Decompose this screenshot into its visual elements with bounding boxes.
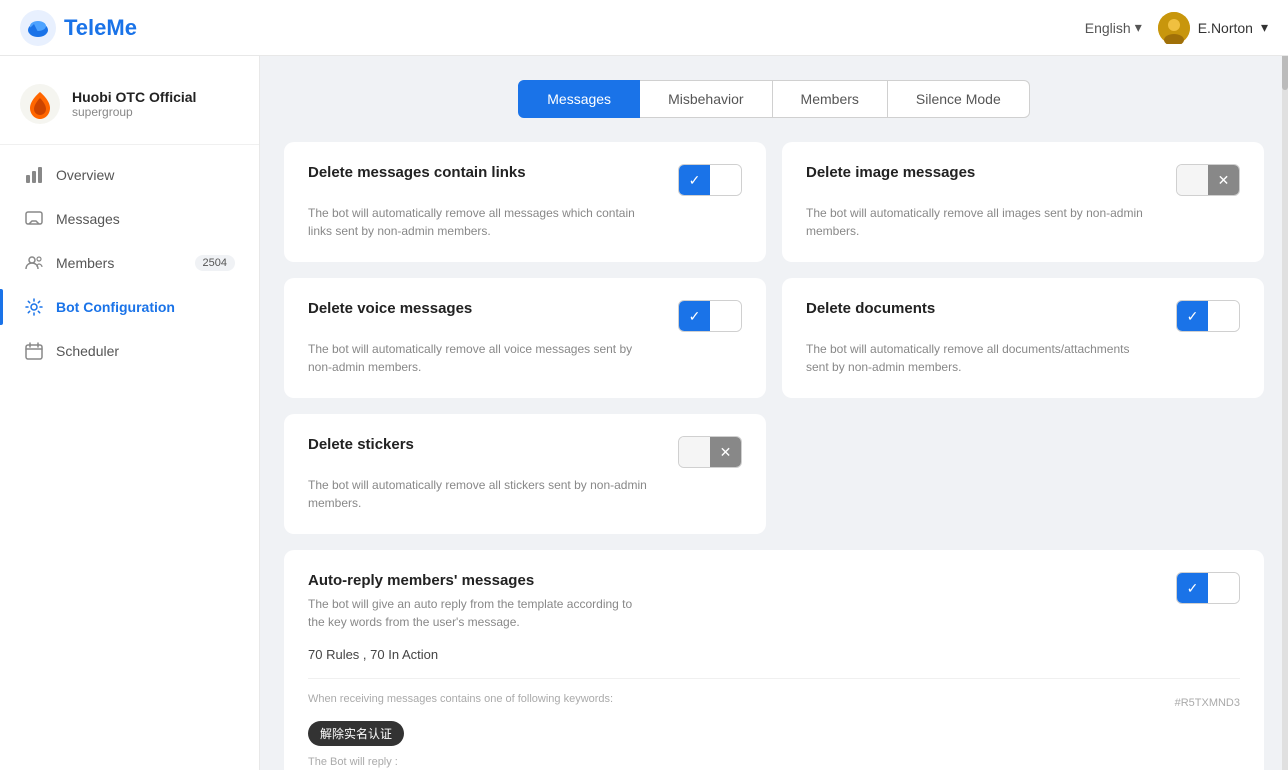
rule-id: #R5TXMND3 [1175, 697, 1240, 709]
card-delete-voice: Delete voice messages ✓ The bot will aut… [284, 278, 766, 398]
card-delete-docs-header: Delete documents ✓ [806, 300, 1240, 332]
chart-icon [24, 165, 44, 185]
tab-bar: Messages Misbehavior Members Silence Mod… [284, 80, 1264, 118]
tab-silence-mode[interactable]: Silence Mode [888, 80, 1030, 118]
feature-cards-grid: Delete messages contain links ✓ The bot … [284, 142, 1264, 398]
calendar-icon [24, 341, 44, 361]
card-delete-stickers-desc: The bot will automatically remove all st… [308, 476, 648, 512]
scroll-thumb [1282, 56, 1288, 90]
sidebar-item-scheduler[interactable]: Scheduler [0, 329, 259, 373]
card-delete-images: Delete image messages ✕ The bot will aut… [782, 142, 1264, 262]
toggle-on-side: ✓ [1177, 301, 1208, 331]
sidebar-item-overview[interactable]: Overview [0, 153, 259, 197]
card-delete-images-desc: The bot will automatically remove all im… [806, 204, 1146, 240]
members-badge: 2504 [195, 255, 235, 271]
card-auto-reply: Auto-reply members' messages The bot wil… [284, 550, 1264, 770]
tab-misbehavior[interactable]: Misbehavior [640, 80, 772, 118]
group-info: Huobi OTC Official supergroup [0, 72, 259, 145]
content-area: Messages Misbehavior Members Silence Mod… [260, 56, 1288, 770]
rule-section: When receiving messages contains one of … [308, 678, 1240, 770]
keyword-label: When receiving messages contains one of … [308, 693, 613, 705]
toggle-off-side [710, 301, 741, 331]
language-selector[interactable]: English ▾ [1085, 19, 1142, 36]
sidebar: Huobi OTC Official supergroup Overview [0, 56, 260, 770]
toggle-on-side: ✓ [679, 165, 710, 195]
sidebar-item-scheduler-label: Scheduler [56, 343, 119, 359]
toggle-on-side [679, 437, 710, 467]
card-delete-docs-title: Delete documents [806, 300, 935, 317]
card-auto-reply-desc: The bot will give an auto reply from the… [308, 595, 648, 631]
card-delete-links-desc: The bot will automatically remove all me… [308, 204, 648, 240]
keyword-tag: 解除实名认证 [308, 721, 404, 746]
lang-label: English [1085, 20, 1131, 36]
sidebar-item-messages[interactable]: Messages [0, 197, 259, 241]
tab-members[interactable]: Members [773, 80, 888, 118]
sidebar-item-bot-config[interactable]: Bot Configuration [0, 285, 259, 329]
avatar [1158, 12, 1190, 44]
toggle-on-side: ✓ [679, 301, 710, 331]
logo-text: TeleMe [64, 15, 137, 41]
toggle-auto-reply[interactable]: ✓ [1176, 572, 1240, 604]
user-menu[interactable]: E.Norton ▾ [1158, 12, 1268, 44]
card-delete-links-header: Delete messages contain links ✓ [308, 164, 742, 196]
reply-label: The Bot will reply : [308, 756, 1240, 768]
toggle-delete-docs[interactable]: ✓ [1176, 300, 1240, 332]
user-chevron-icon: ▾ [1261, 19, 1268, 36]
toggle-off-side [710, 165, 741, 195]
card-delete-stickers: Delete stickers ✕ The bot will automatic… [284, 414, 766, 534]
topbar: TeleMe English ▾ E.Norton ▾ [0, 0, 1288, 56]
toggle-delete-voice[interactable]: ✓ [678, 300, 742, 332]
group-icon [20, 84, 60, 124]
logo-icon [20, 10, 56, 46]
card-delete-voice-desc: The bot will automatically remove all vo… [308, 340, 648, 376]
card-delete-docs: Delete documents ✓ The bot will automati… [782, 278, 1264, 398]
sidebar-nav: Overview Messages Members 2504 [0, 153, 259, 373]
card-auto-reply-header: Auto-reply members' messages The bot wil… [308, 572, 1240, 639]
group-name: Huobi OTC Official [72, 89, 196, 105]
toggle-off-side [1208, 301, 1239, 331]
card-delete-voice-header: Delete voice messages ✓ [308, 300, 742, 332]
sidebar-item-members-label: Members [56, 255, 114, 271]
toggle-on-side [1177, 165, 1208, 195]
toggle-off-side: ✕ [710, 437, 741, 467]
chevron-down-icon: ▾ [1135, 19, 1142, 36]
user-name: E.Norton [1198, 20, 1253, 36]
rules-count: 70 Rules , 70 In Action [308, 647, 1240, 662]
card-auto-reply-title: Auto-reply members' messages [308, 572, 648, 589]
card-auto-reply-title-area: Auto-reply members' messages The bot wil… [308, 572, 648, 639]
topbar-right: English ▾ E.Norton ▾ [1085, 12, 1268, 44]
logo: TeleMe [20, 10, 137, 46]
toggle-off-side: ✕ [1208, 165, 1239, 195]
toggle-delete-images[interactable]: ✕ [1176, 164, 1240, 196]
group-text: Huobi OTC Official supergroup [72, 89, 196, 119]
gear-icon [24, 297, 44, 317]
keyword-tag-wrapper: 解除实名认证 [308, 721, 1240, 756]
message-icon [24, 209, 44, 229]
sidebar-item-overview-label: Overview [56, 167, 114, 183]
members-icon [24, 253, 44, 273]
sidebar-item-members[interactable]: Members 2504 [0, 241, 259, 285]
card-delete-voice-title: Delete voice messages [308, 300, 472, 317]
card-delete-images-title: Delete image messages [806, 164, 975, 181]
card-delete-docs-desc: The bot will automatically remove all do… [806, 340, 1146, 376]
empty-placeholder [782, 414, 1264, 534]
toggle-off-side [1208, 573, 1239, 603]
card-delete-images-header: Delete image messages ✕ [806, 164, 1240, 196]
toggle-on-side: ✓ [1177, 573, 1208, 603]
toggle-delete-stickers[interactable]: ✕ [678, 436, 742, 468]
sidebar-item-messages-label: Messages [56, 211, 120, 227]
card-delete-links: Delete messages contain links ✓ The bot … [284, 142, 766, 262]
sidebar-item-bot-config-label: Bot Configuration [56, 299, 175, 315]
card-delete-stickers-header: Delete stickers ✕ [308, 436, 742, 468]
card-delete-links-title: Delete messages contain links [308, 164, 526, 181]
toggle-delete-links[interactable]: ✓ [678, 164, 742, 196]
card-delete-stickers-title: Delete stickers [308, 436, 414, 453]
rule-header: When receiving messages contains one of … [308, 693, 1240, 713]
tab-messages[interactable]: Messages [518, 80, 640, 118]
scrollbar[interactable] [1282, 56, 1288, 770]
group-type: supergroup [72, 105, 196, 119]
main-layout: Huobi OTC Official supergroup Overview [0, 56, 1288, 770]
